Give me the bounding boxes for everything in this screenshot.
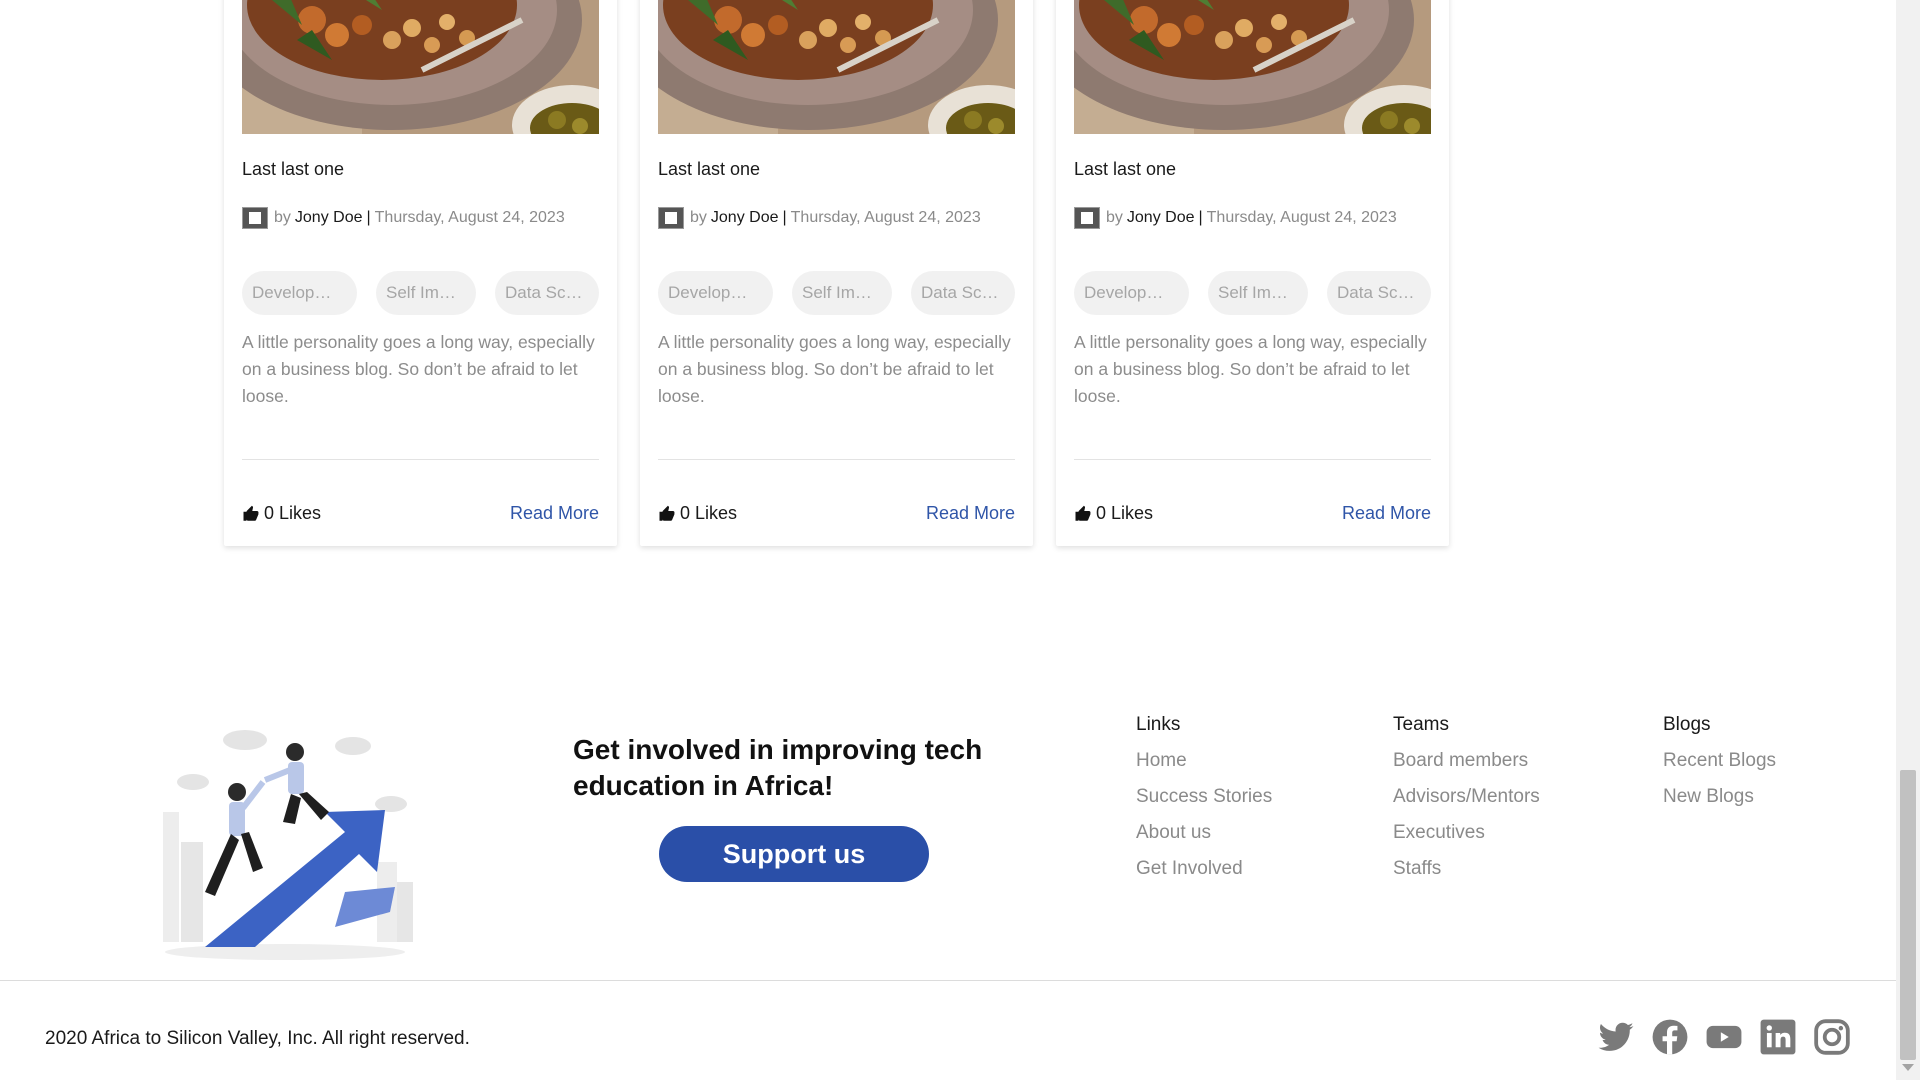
footer-column-heading: Links xyxy=(1136,714,1181,735)
tag-list: Develop… Self Im… Data Sc… xyxy=(658,271,1015,315)
likes[interactable]: 0 Likes xyxy=(242,503,321,524)
footer-link-executives[interactable]: Executives xyxy=(1393,822,1540,858)
footer-column-teams: Teams Board members Advisors/Mentors Exe… xyxy=(1393,714,1540,894)
blog-card-image[interactable] xyxy=(658,0,1015,134)
tag-chip[interactable]: Self Im… xyxy=(792,271,892,315)
tag-chip[interactable]: Data Sc… xyxy=(911,271,1015,315)
by-label: by xyxy=(690,209,707,226)
blog-card-excerpt: A little personality goes a long way, es… xyxy=(242,332,595,406)
blog-card-meta: by Jony Doe | Thursday, August 24, 2023 xyxy=(242,207,565,229)
tag-chip[interactable]: Develop… xyxy=(658,271,773,315)
card-divider xyxy=(242,459,599,460)
blog-card-excerpt: A little personality goes a long way, es… xyxy=(658,332,1011,406)
blog-card-excerpt: A little personality goes a long way, es… xyxy=(1074,332,1427,406)
blog-card: Last last one by Jony Doe | Thursday, Au… xyxy=(224,0,617,546)
footer-link-home[interactable]: Home xyxy=(1136,750,1272,786)
post-date: Thursday, August 24, 2023 xyxy=(790,209,981,226)
blog-card-title: Last last one xyxy=(1074,159,1177,179)
support-us-button[interactable]: Support us xyxy=(659,826,929,882)
youtube-icon[interactable] xyxy=(1705,1018,1743,1056)
thumbs-up-icon xyxy=(1075,505,1091,521)
meta-separator: | xyxy=(366,209,371,226)
tag-list: Develop… Self Im… Data Sc… xyxy=(1074,271,1431,315)
meta-separator: | xyxy=(1198,209,1203,226)
teamwork-illustration xyxy=(145,712,425,966)
read-more-link[interactable]: Read More xyxy=(510,503,599,524)
author-avatar xyxy=(658,207,684,229)
author-name: Jony Doe xyxy=(294,209,363,226)
tag-chip[interactable]: Self Im… xyxy=(1208,271,1308,315)
blog-card-title: Last last one xyxy=(658,159,761,179)
footer-column-links: Links Home Success Stories About us Get … xyxy=(1136,714,1272,894)
footer-link-advisors-mentors[interactable]: Advisors/Mentors xyxy=(1393,786,1540,822)
card-divider xyxy=(658,459,1015,460)
facebook-icon[interactable] xyxy=(1651,1018,1689,1056)
blog-card-image[interactable] xyxy=(1074,0,1431,134)
footer-link-board-members[interactable]: Board members xyxy=(1393,750,1540,786)
tag-chip[interactable]: Data Sc… xyxy=(495,271,599,315)
card-divider xyxy=(1074,459,1431,460)
instagram-icon[interactable] xyxy=(1813,1018,1851,1056)
tag-chip[interactable]: Develop… xyxy=(1074,271,1189,315)
blog-card-image[interactable] xyxy=(242,0,599,134)
footer-column-heading: Teams xyxy=(1393,714,1449,735)
blog-card-meta: by Jony Doe | Thursday, August 24, 2023 xyxy=(658,207,981,229)
tag-list: Develop… Self Im… Data Sc… xyxy=(242,271,599,315)
read-more-link[interactable]: Read More xyxy=(926,503,1015,524)
meta-separator: | xyxy=(782,209,787,226)
blog-card: Last last one by Jony Doe | Thursday, Au… xyxy=(640,0,1033,546)
footer-link-new-blogs[interactable]: New Blogs xyxy=(1663,786,1776,822)
tag-chip[interactable]: Data Sc… xyxy=(1327,271,1431,315)
page: Last last one by Jony Doe | Thursday, Au… xyxy=(0,0,1896,1080)
footer-column-heading: Blogs xyxy=(1663,714,1711,735)
likes-count: 0 Likes xyxy=(264,503,322,523)
linkedin-icon[interactable] xyxy=(1759,1018,1797,1056)
likes[interactable]: 0 Likes xyxy=(1074,503,1153,524)
blog-card-title: Last last one xyxy=(242,159,345,179)
likes-count: 0 Likes xyxy=(680,503,738,523)
tag-chip[interactable]: Self Im… xyxy=(376,271,476,315)
author-avatar xyxy=(1074,207,1100,229)
vertical-scrollbar[interactable] xyxy=(1896,0,1920,1080)
footer-link-success-stories[interactable]: Success Stories xyxy=(1136,786,1272,822)
by-label: by xyxy=(274,209,291,226)
blog-card: Last last one by Jony Doe | Thursday, Au… xyxy=(1056,0,1449,546)
twitter-icon[interactable] xyxy=(1597,1018,1635,1056)
footer-link-staffs[interactable]: Staffs xyxy=(1393,858,1540,894)
author-name: Jony Doe xyxy=(710,209,779,226)
blog-card-meta: by Jony Doe | Thursday, August 24, 2023 xyxy=(1074,207,1397,229)
footer-link-get-involved[interactable]: Get Involved xyxy=(1136,858,1272,894)
likes-count: 0 Likes xyxy=(1096,503,1154,523)
thumbs-up-icon xyxy=(243,505,259,521)
footer-divider xyxy=(0,980,1896,981)
post-date: Thursday, August 24, 2023 xyxy=(374,209,565,226)
author-avatar xyxy=(242,207,268,229)
post-date: Thursday, August 24, 2023 xyxy=(1206,209,1397,226)
by-label: by xyxy=(1106,209,1123,226)
copyright-text: 2020 Africa to Silicon Valley, Inc. All … xyxy=(45,1028,470,1049)
author-name: Jony Doe xyxy=(1126,209,1195,226)
footer-link-recent-blogs[interactable]: Recent Blogs xyxy=(1663,750,1776,786)
cta-heading: Get involved in improving tech education… xyxy=(573,734,983,801)
footer-link-about-us[interactable]: About us xyxy=(1136,822,1272,858)
scrollbar-thumb[interactable] xyxy=(1900,770,1916,1060)
footer-column-blogs: Blogs Recent Blogs New Blogs xyxy=(1663,714,1776,822)
thumbs-up-icon xyxy=(659,505,675,521)
scroll-down-arrow[interactable] xyxy=(1902,1064,1914,1071)
read-more-link[interactable]: Read More xyxy=(1342,503,1431,524)
likes[interactable]: 0 Likes xyxy=(658,503,737,524)
tag-chip[interactable]: Develop… xyxy=(242,271,357,315)
